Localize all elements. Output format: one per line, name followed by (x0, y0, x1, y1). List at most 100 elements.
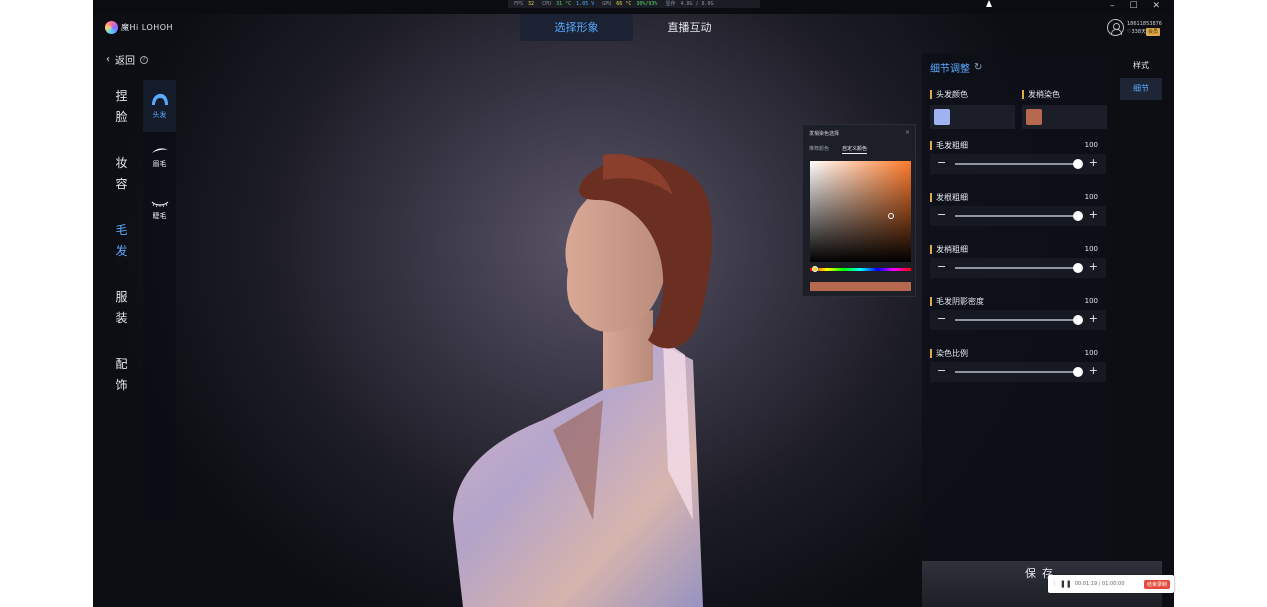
plus-icon[interactable]: + (1089, 365, 1098, 377)
hue-slider[interactable] (810, 266, 911, 272)
slider-label: 发梢粗细 (930, 245, 968, 254)
subcategory-hair[interactable]: 头发 (143, 80, 176, 132)
mem-value: 4.8G / 8.0G (680, 1, 714, 7)
tab-detail[interactable]: 细节 (1120, 78, 1162, 100)
slider-thumb[interactable] (1073, 367, 1083, 377)
plus-icon[interactable]: + (1089, 261, 1098, 273)
slider-track[interactable] (955, 163, 1078, 165)
hair-color-label: 头发颜色 (930, 90, 968, 99)
slider-thumb[interactable] (1073, 263, 1083, 273)
user-days: 338天 (1131, 28, 1147, 35)
back-button[interactable]: ‹ 返回 ? (106, 52, 148, 67)
subcategory-eyelash[interactable]: 睫毛 (143, 184, 176, 236)
slider-label: 毛发阴影密度 (930, 297, 984, 306)
tip-color-swatch[interactable] (1026, 109, 1042, 125)
drag-handle-icon[interactable]: ⋮ (1052, 581, 1057, 587)
hair-tip-color-picker: 发梢染色选择 × 推荐颜色 自定义颜色 (802, 124, 916, 297)
slider-track[interactable] (955, 215, 1078, 217)
panel-title: 细节调整 ↻ (930, 60, 982, 75)
user-phone: 18611853876 (1127, 20, 1162, 27)
slider-value: 100 (1084, 193, 1098, 201)
gpu-label: GPU (602, 1, 612, 7)
slider-value: 100 (1084, 245, 1098, 253)
tip-color-label: 发梢染色 (1022, 90, 1060, 99)
picker-tabs: 推荐颜色 自定义颜色 (809, 145, 868, 154)
subcategory-nav: 头发 眉毛 睫毛 (143, 80, 176, 520)
fps-value: 32 (528, 1, 535, 7)
slider-thumb[interactable] (1073, 315, 1083, 325)
slider-row: − + (930, 258, 1106, 278)
color-handle[interactable] (888, 213, 894, 219)
minus-icon[interactable]: − (937, 209, 946, 221)
minus-icon[interactable]: − (937, 365, 946, 377)
slider-label: 毛发粗细 (930, 141, 968, 150)
slider-row: − + (930, 362, 1106, 382)
slider-value: 100 (1084, 297, 1098, 305)
mode-tabs: 样式 细节 (1120, 55, 1162, 101)
plus-icon[interactable]: + (1089, 209, 1098, 221)
subcategory-eyebrow[interactable]: 眉毛 (143, 132, 176, 184)
logo-text: 魔Hi LOHOH (121, 23, 174, 32)
recording-widget: ⋮ ❚❚ 00:01:19 / 01:00:00 结束录制 (1048, 575, 1174, 593)
fps-label: FPS (514, 1, 524, 7)
gpu-load: 30%/93% (636, 1, 658, 7)
slider-thumb[interactable] (1073, 159, 1083, 169)
tip-color-box[interactable] (1022, 105, 1107, 129)
slider-row: − + (930, 206, 1106, 226)
hair-color-box[interactable] (930, 105, 1015, 129)
recording-time: 00:01:19 / 01:00:00 (1074, 581, 1125, 587)
stop-recording-button[interactable]: 结束录制 (1143, 579, 1170, 589)
help-icon[interactable]: ? (140, 55, 148, 64)
chevron-left-icon: ‹ (106, 54, 110, 65)
plus-icon[interactable]: + (1089, 157, 1098, 169)
hair-color-swatch[interactable] (934, 109, 950, 125)
user-profile[interactable]: 18611853876 ♡338天 会员 (1107, 19, 1162, 36)
hue-handle[interactable] (812, 266, 818, 272)
minus-icon[interactable]: − (937, 261, 946, 273)
category-clothing-char-2: 装 (115, 311, 128, 325)
slider-row: − + (930, 154, 1106, 174)
slider-row: − + (930, 310, 1106, 330)
top-bar: 魔Hi LOHOH 选择形象 直播互动 18611853876 ♡338天 会员 (93, 14, 1174, 42)
category-makeup-char-2: 容 (115, 177, 128, 191)
back-label: 返回 (115, 56, 135, 67)
category-clothing[interactable]: 服装 (106, 287, 137, 329)
detail-panel: 细节调整 ↻ 头发颜色 发梢染色 毛发粗细 100− + 发根粗细 100− + 发梢粗细 1… (922, 53, 1108, 563)
slider-track[interactable] (955, 371, 1078, 373)
tab-style[interactable]: 样式 (1120, 55, 1162, 77)
mouse-cursor-icon (986, 0, 992, 7)
tab-recommended-colors[interactable]: 推荐颜色 (809, 145, 829, 154)
avatar-icon[interactable] (1107, 19, 1124, 36)
picker-title: 发梢染色选择 (809, 131, 840, 137)
top-tabs: 选择形象 直播互动 (520, 14, 746, 41)
subcategory-eyelash-label: 睫毛 (152, 212, 167, 220)
category-face[interactable]: 捏脸 (106, 86, 137, 128)
saturation-value-field[interactable] (810, 161, 911, 262)
category-makeup[interactable]: 妆容 (106, 153, 137, 195)
minus-icon[interactable]: − (937, 157, 946, 169)
category-hair[interactable]: 毛发 (106, 220, 137, 262)
plus-icon[interactable]: + (1089, 313, 1098, 325)
window-controls[interactable]: – ☐ ✕ (1110, 1, 1166, 11)
cpu-volt: 1.05 V (576, 1, 595, 7)
refresh-icon[interactable]: ↻ (974, 62, 982, 73)
slider-track[interactable] (955, 267, 1078, 269)
slider-label: 染色比例 (930, 349, 968, 358)
close-icon[interactable]: × (905, 129, 910, 136)
tab-live-interaction[interactable]: 直播互动 (633, 14, 746, 41)
avatar-figure[interactable] (453, 140, 713, 607)
category-makeup-char-1: 妆 (115, 156, 128, 170)
category-accessories[interactable]: 配饰 (106, 354, 137, 396)
category-accessories-char-2: 饰 (115, 378, 128, 392)
pause-icon[interactable]: ❚❚ (1060, 580, 1072, 588)
category-clothing-char-1: 服 (115, 290, 128, 304)
hair-icon (151, 93, 168, 105)
slider-value: 100 (1084, 349, 1098, 357)
slider-value: 100 (1084, 141, 1098, 149)
slider-track[interactable] (955, 319, 1078, 321)
tab-select-avatar[interactable]: 选择形象 (520, 14, 633, 41)
tab-custom-color[interactable]: 自定义颜色 (842, 145, 868, 154)
minus-icon[interactable]: − (937, 313, 946, 325)
slider-thumb[interactable] (1073, 211, 1083, 221)
category-nav: 捏脸 妆容 毛发 服装 配饰 (106, 80, 137, 396)
